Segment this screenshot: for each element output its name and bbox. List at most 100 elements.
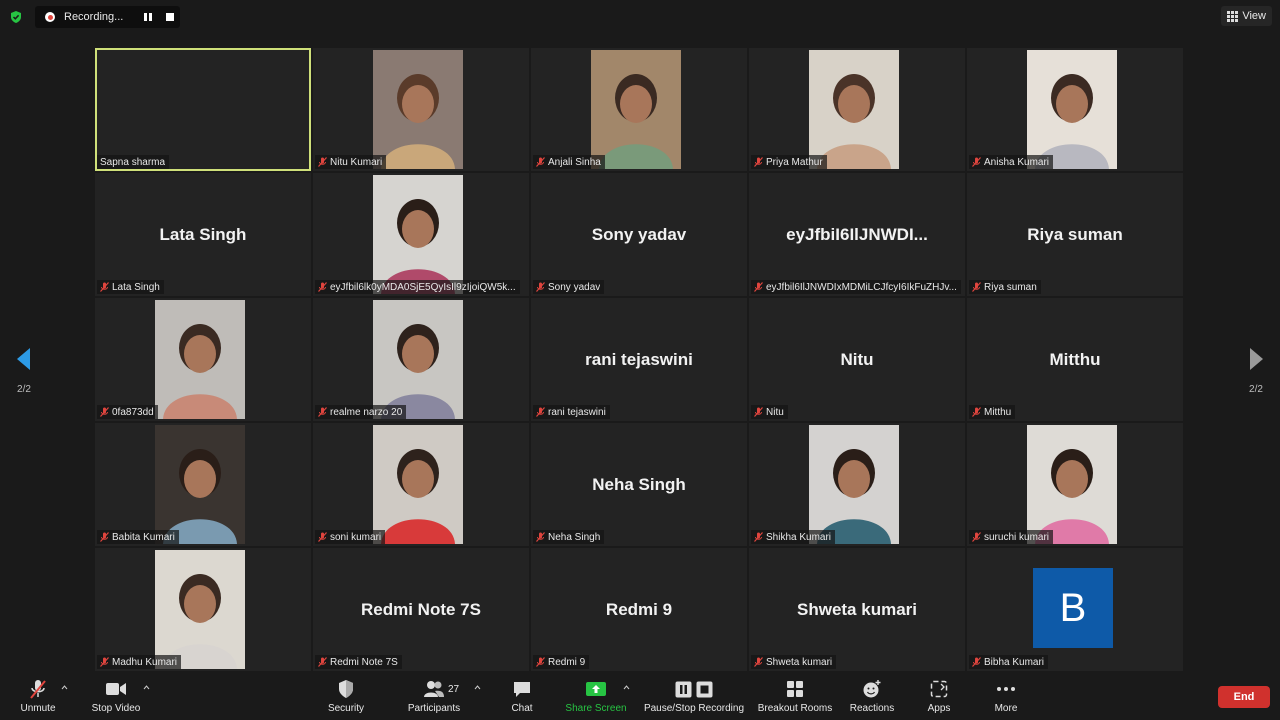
participant-tile[interactable]: Neha Singh Neha Singh	[531, 423, 747, 546]
pause-stop-recording-button[interactable]: Pause/Stop Recording	[641, 678, 747, 714]
participant-display-name: Sony yadav	[591, 225, 687, 244]
participant-tile[interactable]: soni kumari	[313, 423, 529, 546]
participant-name: Nitu	[766, 406, 784, 418]
previous-page-button[interactable]: 2/2	[12, 348, 36, 395]
participant-count-badge: 27	[448, 684, 460, 695]
apps-button[interactable]: Apps	[922, 678, 956, 714]
participant-name-label: realme narzo 20	[315, 405, 407, 419]
stop-video-label: Stop Video	[91, 703, 141, 714]
end-meeting-button[interactable]: End	[1218, 686, 1270, 708]
unmute-label: Unmute	[20, 703, 56, 714]
security-label: Security	[327, 703, 365, 714]
participant-name-label: Priya Mathur	[751, 155, 827, 169]
security-button[interactable]: Security	[322, 678, 370, 714]
participant-tile[interactable]: Shweta kumari Shweta kumari	[749, 548, 965, 671]
mic-muted-icon	[30, 680, 46, 699]
participant-video	[809, 425, 899, 544]
participant-name-label: 0fa873dd	[97, 405, 158, 419]
participant-tile[interactable]: Shikha Kumari	[749, 423, 965, 546]
shield-icon[interactable]	[9, 10, 23, 24]
participant-tile[interactable]: suruchi kumari	[967, 423, 1183, 546]
video-gallery: Sapna sharma Nitu Kumari Anjali Sinha Priya…	[95, 48, 1183, 671]
participant-display-name: Nitu	[840, 350, 874, 369]
more-button[interactable]: More	[989, 678, 1023, 714]
participant-display-name: Lata Singh	[159, 225, 247, 244]
participant-name: eyJfbil6IlJNWDIxMDMiLCJfcyI6IkFuZHJv...	[766, 281, 957, 293]
participant-tile[interactable]: Redmi Note 7S Redmi Note 7S	[313, 548, 529, 671]
participant-tile[interactable]: Priya Mathur	[749, 48, 965, 171]
participant-name-label: Shikha Kumari	[751, 530, 836, 544]
participant-tile[interactable]: Riya suman Riya suman	[967, 173, 1183, 296]
participant-tile[interactable]: eyJfbil6lk0yMDA0SjE5QyIsIl9zIjoiQW5k...	[313, 173, 529, 296]
participant-tile[interactable]: Lata Singh Lata Singh	[95, 173, 311, 296]
video-camera-icon	[106, 683, 126, 695]
participant-video	[809, 50, 899, 169]
participant-name: Anisha Kumari	[984, 156, 1050, 168]
participant-tile[interactable]: Anisha Kumari	[967, 48, 1183, 171]
participant-name-label: Nitu	[751, 405, 788, 419]
mic-muted-icon	[754, 157, 763, 167]
chat-label: Chat	[511, 703, 533, 714]
participant-name: Redmi 9	[548, 656, 586, 668]
participant-tile[interactable]: Nitu Kumari	[313, 48, 529, 171]
audio-options-caret-icon[interactable]	[61, 684, 68, 691]
participants-options-caret-icon[interactable]	[474, 684, 481, 691]
emoji-reaction-icon	[863, 680, 881, 698]
participant-tile[interactable]: Anjali Sinha	[531, 48, 747, 171]
participant-name: realme narzo 20	[330, 406, 403, 418]
pause-recording-icon[interactable]	[144, 13, 152, 21]
participant-name-label: Bibha Kumari	[969, 655, 1049, 669]
participant-name-label: Riya suman	[969, 280, 1041, 294]
stop-video-button[interactable]: Stop Video	[88, 678, 144, 714]
participant-tile[interactable]: Redmi 9 Redmi 9	[531, 548, 747, 671]
next-page-button[interactable]: 2/2	[1244, 348, 1268, 395]
breakout-rooms-button[interactable]: Breakout Rooms	[755, 678, 835, 714]
participant-display-name: rani tejaswini	[585, 350, 693, 369]
mic-muted-icon	[972, 657, 981, 667]
participant-tile[interactable]: B Bibha Kumari	[967, 548, 1183, 671]
share-screen-button[interactable]: Share Screen	[563, 678, 629, 714]
participant-tile[interactable]: Nitu Nitu	[749, 298, 965, 421]
participant-tile[interactable]: rani tejaswini rani tejaswini	[531, 298, 747, 421]
mic-muted-icon	[972, 532, 981, 542]
stop-recording-icon[interactable]	[166, 13, 174, 21]
chat-button[interactable]: Chat	[505, 678, 539, 714]
participant-name: Redmi Note 7S	[330, 656, 398, 668]
participant-tile[interactable]: Madhu Kumari	[95, 548, 311, 671]
pause-icon	[675, 681, 692, 697]
participant-tile[interactable]: Sony yadav Sony yadav	[531, 173, 747, 296]
share-options-caret-icon[interactable]	[623, 684, 630, 691]
participant-name-label: Madhu Kumari	[97, 655, 182, 669]
participant-tile[interactable]: 0fa873dd	[95, 298, 311, 421]
recording-indicator: Recording...	[35, 6, 180, 28]
participant-tile[interactable]: Babita Kumari	[95, 423, 311, 546]
participant-video	[1027, 425, 1117, 544]
participant-display-name: eyJfbiI6IlJNWDI...	[786, 225, 928, 244]
participant-name-label: Babita Kumari	[97, 530, 179, 544]
participant-name-label: Redmi Note 7S	[315, 655, 402, 669]
participant-display-name: Neha Singh	[592, 475, 686, 494]
participant-tile[interactable]: Mitthu Mitthu	[967, 298, 1183, 421]
view-button[interactable]: View	[1221, 6, 1272, 26]
participant-name: Shweta kumari	[766, 656, 833, 668]
participant-name-label: Shweta kumari	[751, 655, 837, 669]
participant-tile[interactable]: Sapna sharma	[95, 48, 311, 171]
participant-display-name: Redmi 9	[605, 600, 673, 619]
participant-video	[591, 50, 681, 169]
reactions-button[interactable]: Reactions	[848, 678, 896, 714]
unmute-button[interactable]: Unmute	[16, 678, 60, 714]
avatar: B	[1033, 568, 1113, 648]
more-label: More	[994, 703, 1018, 714]
participant-name-label: Sapna sharma	[97, 155, 170, 169]
page-indicator-right: 2/2	[1249, 384, 1263, 395]
video-options-caret-icon[interactable]	[143, 684, 150, 691]
participant-tile[interactable]: eyJfbiI6IlJNWDI... eyJfbil6IlJNWDIxMDMiLC…	[749, 173, 965, 296]
mic-muted-icon	[318, 657, 327, 667]
participant-name: rani tejaswini	[548, 406, 606, 418]
participant-name: Bibha Kumari	[984, 656, 1045, 668]
participant-name: Mitthu	[984, 406, 1012, 418]
participant-name: Sony yadav	[548, 281, 601, 293]
participant-tile[interactable]: realme narzo 20	[313, 298, 529, 421]
participant-name: Anjali Sinha	[548, 156, 601, 168]
mic-muted-icon	[536, 157, 545, 167]
